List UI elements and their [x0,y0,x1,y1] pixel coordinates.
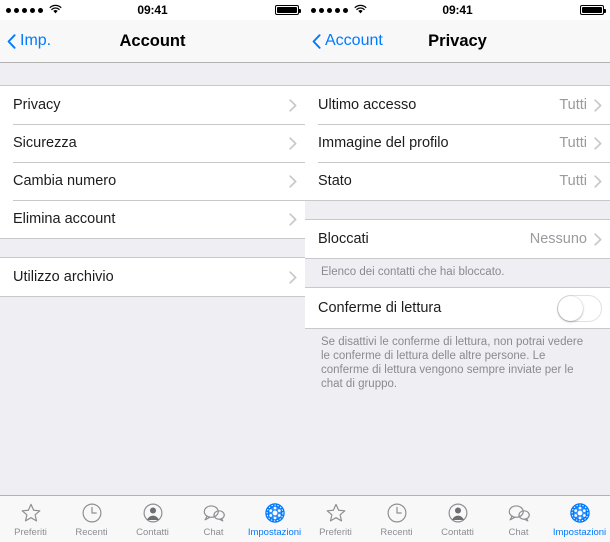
read-receipts-group: Conferme di lettura [305,287,610,329]
tab-impostazioni[interactable]: Impostazioni [549,496,610,542]
tab-label: Chat [203,526,224,538]
row-conferme-di-lettura[interactable]: Conferme di lettura [305,288,610,328]
tab-label: Recenti [380,526,413,538]
person-icon [142,501,164,525]
nav-bar-right: Account Privacy [305,20,610,63]
tab-label: Preferiti [14,526,47,538]
row-ultimo-accesso[interactable]: Ultimo accesso Tutti [305,86,610,124]
chat-bubbles-icon [202,501,226,525]
tab-label: Contatti [441,526,474,538]
chevron-right-icon [289,270,297,284]
row-value: Nessuno [529,231,587,247]
dual-screen-container: 09:41 Imp. Account Privacy Sicurezza Cam… [0,0,610,542]
chevron-right-icon [289,174,297,188]
blocked-group: Bloccati Nessuno [305,219,610,259]
status-bar-right: 09:41 [305,0,610,20]
row-privacy[interactable]: Privacy [0,86,305,124]
row-label: Utilizzo archivio [13,269,114,285]
storage-group: Utilizzo archivio [0,257,305,297]
settings-list-right: Ultimo accesso Tutti Immagine del profil… [305,63,610,495]
clock-icon [386,501,408,525]
tab-contatti[interactable]: Contatti [122,496,183,542]
visibility-group: Ultimo accesso Tutti Immagine del profil… [305,85,610,201]
person-icon [447,501,469,525]
row-label: Sicurezza [13,135,77,151]
toggle-knob [558,295,583,321]
chevron-right-icon [594,232,602,246]
tab-bar-right: Preferiti Recenti Contatti Chat Impostaz… [305,495,610,542]
tab-recenti[interactable]: Recenti [61,496,122,542]
row-label: Conferme di lettura [318,300,442,316]
row-immagine-del-profilo[interactable]: Immagine del profilo Tutti [305,124,610,162]
back-button-label: Imp. [20,32,52,49]
row-label: Elimina account [13,211,116,227]
section-gap-right-1 [305,201,610,219]
row-label: Immagine del profilo [318,135,449,151]
gear-icon [264,501,286,525]
section-gap-top-right [305,63,610,85]
tab-label: Recenti [75,526,108,538]
status-bar-clock: 09:41 [442,3,473,17]
account-options-group: Privacy Sicurezza Cambia numero Elimina … [0,85,305,239]
tab-label: Preferiti [319,526,352,538]
row-label: Ultimo accesso [318,97,417,113]
tab-label: Impostazioni [552,526,607,538]
chevron-right-icon [289,98,297,112]
row-label: Privacy [13,97,61,113]
row-label: Cambia numero [13,173,117,189]
nav-bar-left: Imp. Account [0,20,305,63]
tab-label: Chat [508,526,529,538]
clock-icon [81,501,103,525]
chevron-right-icon [289,212,297,226]
row-value: Tutti [559,173,587,189]
battery-icon [275,5,301,15]
status-bar-clock: 09:41 [137,3,168,17]
tab-label: Contatti [136,526,169,538]
section-gap-top-left [0,63,305,85]
row-sicurezza[interactable]: Sicurezza [0,124,305,162]
gear-icon [569,501,591,525]
chevron-right-icon [594,136,602,150]
blocked-footer-note: Elenco dei contatti che hai bloccato. [321,266,505,278]
tab-chat[interactable]: Chat [488,496,549,542]
star-icon [325,501,347,525]
read-receipts-toggle[interactable] [557,294,602,322]
chevron-right-icon [594,98,602,112]
tab-preferiti[interactable]: Preferiti [305,496,366,542]
back-button-imp[interactable]: Imp. [0,32,51,50]
star-icon [20,501,42,525]
row-stato[interactable]: Stato Tutti [305,162,610,200]
tab-impostazioni[interactable]: Impostazioni [244,496,305,542]
back-button-account[interactable]: Account [305,32,383,50]
row-value: Tutti [559,97,587,113]
tab-bar-left: Preferiti Recenti Contatti Chat Impostaz… [0,495,305,542]
back-button-label: Account [325,32,383,49]
row-utilizzo-archivio[interactable]: Utilizzo archivio [0,258,305,296]
row-value: Tutti [559,135,587,151]
battery-icon [580,5,606,15]
row-label: Bloccati [318,231,369,247]
chevron-right-icon [594,174,602,188]
row-bloccati[interactable]: Bloccati Nessuno [305,220,610,258]
tab-contatti[interactable]: Contatti [427,496,488,542]
tab-chat[interactable]: Chat [183,496,244,542]
settings-list-left: Privacy Sicurezza Cambia numero Elimina … [0,63,305,495]
row-label: Stato [318,173,352,189]
tab-preferiti[interactable]: Preferiti [0,496,61,542]
chevron-left-icon [312,33,321,49]
chat-bubbles-icon [507,501,531,525]
section-gap-left [0,239,305,257]
tab-label: Impostazioni [247,526,302,538]
row-cambia-numero[interactable]: Cambia numero [0,162,305,200]
tab-recenti[interactable]: Recenti [366,496,427,542]
right-phone-screen: 09:41 Account Privacy Ultimo accesso Tut… [305,0,610,542]
status-bar-left: 09:41 [0,0,305,20]
left-phone-screen: 09:41 Imp. Account Privacy Sicurezza Cam… [0,0,305,542]
chevron-right-icon [289,136,297,150]
row-elimina-account[interactable]: Elimina account [0,200,305,238]
chevron-left-icon [7,33,16,49]
read-receipts-footer-note: Se disattivi le conferme di lettura, non… [321,336,584,390]
